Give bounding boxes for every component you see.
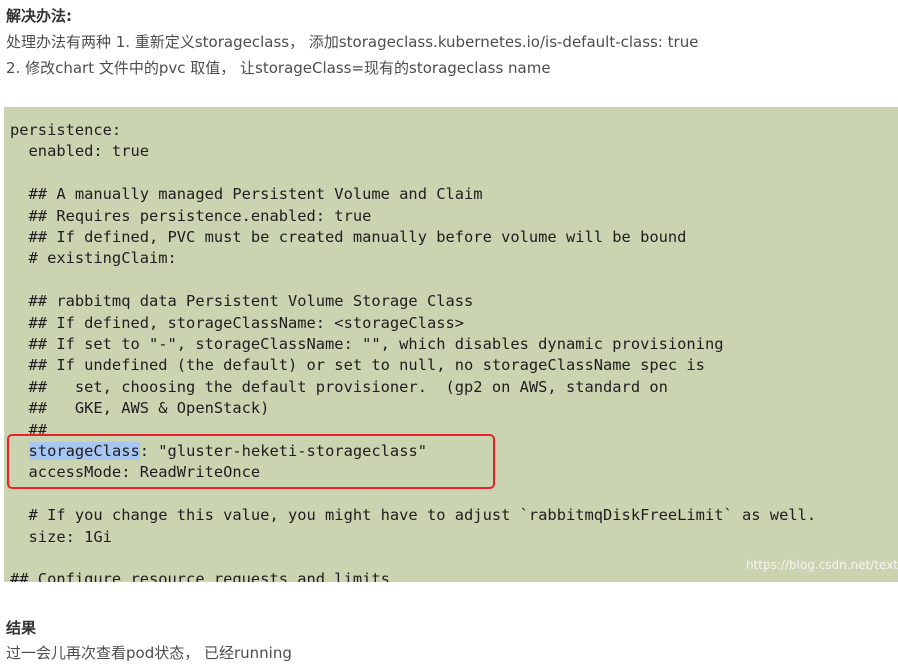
result-heading: 结果: [6, 619, 37, 637]
code-line: ## If undefined (the default) or set to …: [10, 356, 705, 375]
code-line: persistence:: [10, 121, 122, 139]
watermark: https://blog.csdn.net/text: [745, 558, 898, 572]
solution-heading: 解决办法:: [6, 7, 72, 25]
code-line: ## A manually managed Persistent Volume …: [10, 185, 483, 204]
code-line: ## Requires persistence.enabled: true: [10, 206, 372, 225]
code-line: ## Configure resource requests and limit…: [10, 570, 390, 582]
code-line: ## If defined, PVC must be created manua…: [10, 228, 687, 246]
code-block: persistence: enabled: true ## A manually…: [4, 107, 898, 582]
code-line: ## set, choosing the default provisioner…: [10, 377, 668, 396]
code-line: # existingClaim:: [10, 249, 177, 268]
result-line-1: 过一会儿再次查看pod状态， 已经running: [6, 644, 292, 662]
code-line: ## rabbitmq data Persistent Volume Stora…: [10, 292, 474, 311]
code-line: size: 1Gi: [10, 527, 112, 546]
code-line: ## If defined, storageClassName: <storag…: [10, 313, 465, 332]
code-line: ## GKE, AWS & OpenStack): [10, 399, 270, 418]
solution-line-2: 2. 修改chart 文件中的pvc 取值， 让storageClass=现有的…: [6, 59, 551, 77]
code-line: ## If set to "-", storageClassName: "", …: [10, 335, 724, 353]
code-line: # If you change this value, you might ha…: [10, 506, 817, 525]
solution-line-1: 处理办法有两种 1. 重新定义storageclass， 添加storagecl…: [6, 33, 699, 51]
code-line: enabled: true: [10, 142, 149, 161]
highlight-box: [7, 434, 495, 489]
